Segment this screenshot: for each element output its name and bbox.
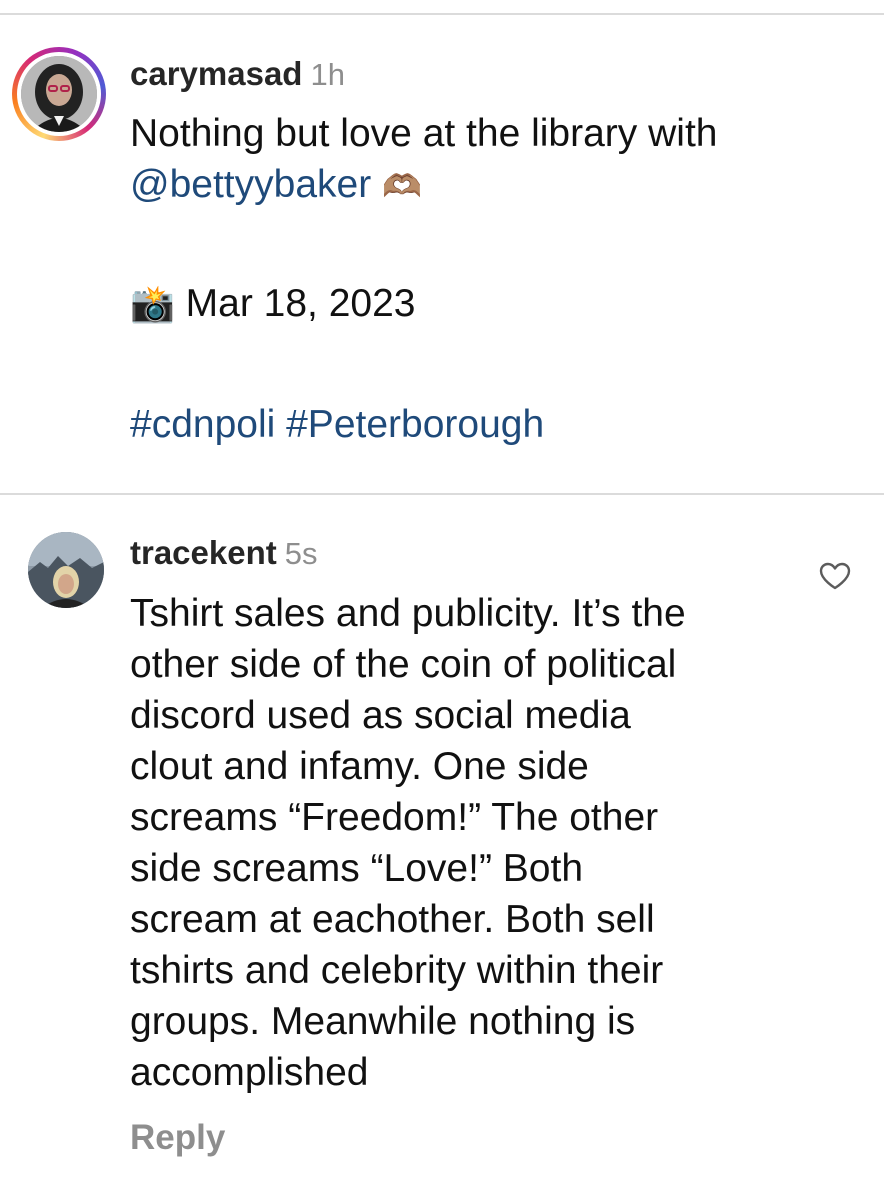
comment-text-line: discord used as social media bbox=[130, 694, 631, 737]
camera-flash-icon: 📸 bbox=[130, 283, 175, 324]
comment-header: tracekent 5s bbox=[130, 536, 318, 569]
hashtag-links[interactable]: #cdnpoli #Peterborough bbox=[130, 405, 544, 444]
mention-link[interactable]: @bettyybaker bbox=[130, 163, 371, 206]
comment-text-line: Tshirt sales and publicity. It’s the bbox=[130, 592, 686, 635]
avatar[interactable] bbox=[28, 532, 104, 608]
reply-button[interactable]: Reply bbox=[130, 1120, 225, 1155]
comment-text-line: scream at eachother. Both sell bbox=[130, 898, 655, 941]
comment-divider bbox=[0, 493, 884, 495]
heart-icon[interactable] bbox=[818, 561, 852, 591]
comment-text-line: Nothing but love at the library with bbox=[130, 114, 717, 153]
username[interactable]: carymasad bbox=[130, 55, 302, 92]
heart-hands-icon: 🫶🏽 bbox=[382, 168, 422, 204]
top-divider bbox=[0, 13, 884, 15]
comment-text-line: groups. Meanwhile nothing is bbox=[130, 1000, 636, 1043]
comment-text-line: accomplished bbox=[130, 1051, 369, 1094]
comment-text-line: other side of the coin of political bbox=[130, 643, 677, 686]
avatar[interactable] bbox=[21, 56, 97, 132]
comment-text-line: side screams “Love!” Both bbox=[130, 847, 584, 890]
comment-header: carymasad 1h bbox=[130, 57, 345, 90]
photo-date: Mar 18, 2023 bbox=[185, 282, 416, 325]
timestamp: 1h bbox=[310, 57, 345, 92]
username[interactable]: tracekent bbox=[130, 534, 277, 571]
comment-text-line: clout and infamy. One side bbox=[130, 745, 589, 788]
comment-text: Nothing but love at the library with bbox=[130, 112, 718, 155]
comment-text-line: screams “Freedom!” The other bbox=[130, 796, 659, 839]
comment-text-line: @bettyybaker 🫶🏽 bbox=[130, 165, 422, 204]
comment-text-line: 📸 Mar 18, 2023 bbox=[130, 284, 415, 323]
timestamp: 5s bbox=[284, 536, 318, 571]
comment-text-line: tshirts and celebrity within their bbox=[130, 949, 664, 992]
